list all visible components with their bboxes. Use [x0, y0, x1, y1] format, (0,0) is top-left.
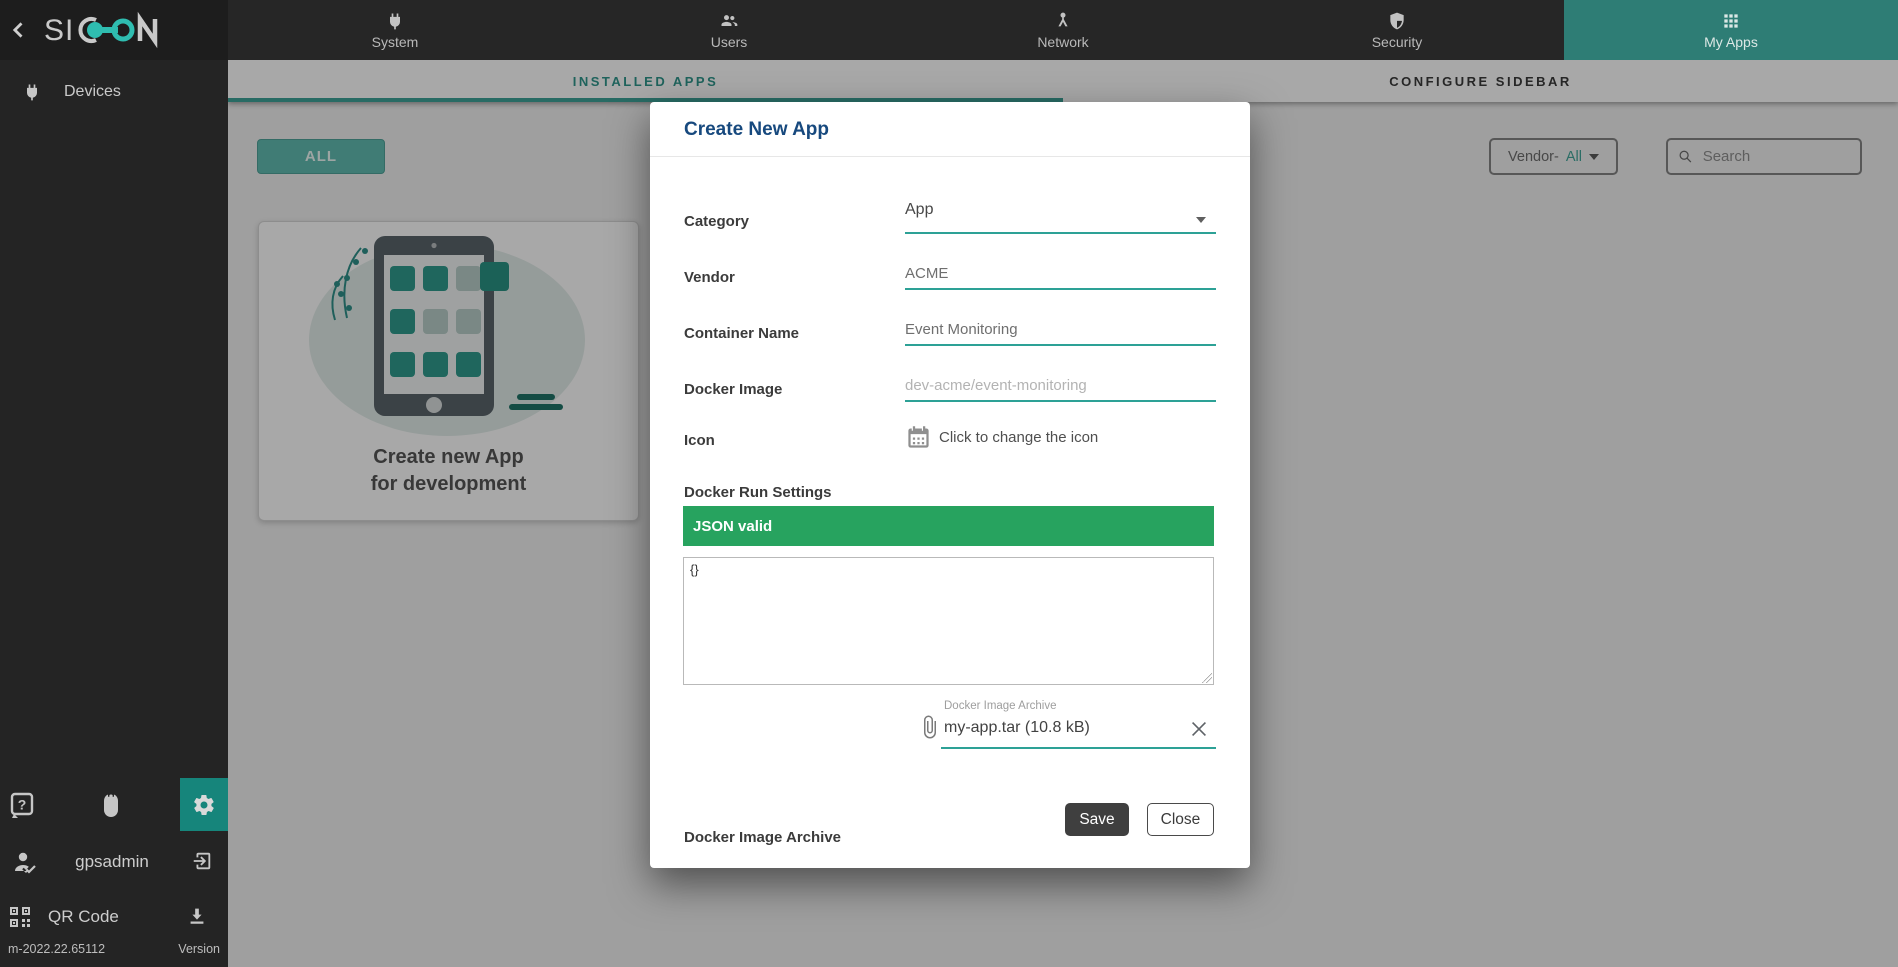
version-number: m-2022.22.65112: [8, 942, 105, 956]
json-valid-status: JSON valid: [683, 506, 1214, 546]
calendar-icon: [905, 424, 932, 451]
svg-text:?: ?: [18, 797, 27, 813]
download-icon[interactable]: [186, 905, 208, 927]
user-check-icon: [13, 850, 39, 874]
sidebar-user-row: gpsadmin: [0, 845, 228, 879]
archive-file-name: my-app.tar (10.8 kB): [944, 719, 1090, 737]
network-icon: [1053, 11, 1073, 31]
status-badge: JSON valid: [693, 518, 772, 535]
container-name-input[interactable]: [905, 316, 1216, 342]
underline: [905, 288, 1216, 290]
app-root: SI Devices ? gpsadmin: [0, 0, 1898, 967]
close-icon: [1188, 718, 1210, 740]
tab-system[interactable]: System: [228, 0, 562, 60]
docker-image-archive-label: Docker Image Archive: [684, 829, 841, 846]
tab-my-apps[interactable]: My Apps: [1564, 0, 1898, 60]
change-icon-button[interactable]: Click to change the icon: [905, 424, 1098, 451]
shield-icon: [1387, 11, 1407, 31]
textarea-resize-handle[interactable]: [1202, 673, 1212, 683]
plug-icon: [22, 82, 42, 102]
close-button[interactable]: Close: [1147, 803, 1214, 836]
username-label: gpsadmin: [52, 852, 172, 872]
sidebar-item-label: Devices: [64, 83, 121, 101]
chevron-left-icon: [9, 20, 29, 40]
sicon-logo: SI: [44, 10, 166, 50]
underline: [905, 232, 1216, 234]
paperclip-icon[interactable]: [918, 714, 942, 740]
collapse-sidebar-button[interactable]: [0, 11, 38, 49]
category-select[interactable]: App: [905, 201, 1216, 229]
select-caret-icon: [1196, 217, 1206, 223]
vendor-input[interactable]: [905, 260, 1216, 286]
archive-field-label: Docker Image Archive: [944, 700, 1057, 712]
icon-label: Icon: [684, 432, 715, 449]
tab-security[interactable]: Security: [1230, 0, 1564, 60]
settings-button[interactable]: [180, 778, 228, 831]
help-icon[interactable]: ?: [10, 792, 34, 818]
grid-icon: [1721, 11, 1741, 31]
sidebar-header: SI: [0, 0, 228, 60]
divider: [650, 156, 1250, 157]
svg-text:SI: SI: [44, 14, 74, 47]
version-label: Version: [178, 942, 220, 956]
underline: [941, 747, 1216, 749]
sidebar-item-devices[interactable]: Devices: [0, 72, 228, 112]
container-name-label: Container Name: [684, 325, 799, 342]
qr-code-icon[interactable]: [8, 905, 32, 929]
dongle-icon[interactable]: [102, 792, 120, 818]
tab-network[interactable]: Network: [896, 0, 1230, 60]
create-new-app-dialog: Create New App Category App Vendor Conta…: [650, 102, 1250, 868]
top-navigation: System Users Network Security My Apps: [228, 0, 1898, 60]
docker-image-label: Docker Image: [684, 381, 782, 398]
tab-users[interactable]: Users: [562, 0, 896, 60]
users-icon: [719, 11, 739, 31]
category-label: Category: [684, 213, 749, 230]
docker-image-input[interactable]: [905, 372, 1216, 398]
change-icon-text: Click to change the icon: [939, 429, 1098, 446]
docker-run-settings-label: Docker Run Settings: [684, 484, 832, 501]
sidebar-qr-row: QR Code: [0, 898, 228, 934]
vendor-label: Vendor: [684, 269, 735, 286]
save-button[interactable]: Save: [1065, 803, 1129, 836]
qr-code-label[interactable]: QR Code: [48, 907, 119, 927]
gear-icon: [192, 793, 216, 817]
clear-file-button[interactable]: [1188, 718, 1210, 740]
sidebar: SI Devices ? gpsadmin: [0, 0, 228, 967]
docker-run-settings-textarea[interactable]: {}: [683, 557, 1214, 685]
logout-icon[interactable]: [191, 850, 213, 872]
sidebar-tools-row: ?: [0, 778, 228, 831]
dialog-title: Create New App: [684, 119, 829, 141]
plug-icon: [385, 11, 405, 31]
underline: [905, 400, 1216, 402]
sidebar-version-row: m-2022.22.65112 Version: [0, 940, 228, 960]
underline: [905, 344, 1216, 346]
